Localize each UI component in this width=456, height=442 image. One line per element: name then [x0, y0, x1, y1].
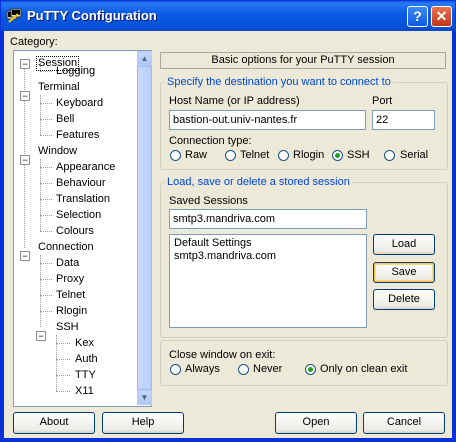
title-help-button[interactable]: ? — [407, 6, 428, 27]
open-button[interactable]: Open — [275, 412, 357, 434]
ssh-label[interactable]: SSH — [347, 149, 370, 161]
tree-item-window[interactable]: Window — [38, 144, 77, 159]
list-item[interactable]: smtp3.mandriva.com — [174, 250, 362, 263]
collapse-terminal-icon[interactable]: − — [20, 91, 30, 101]
never-radio[interactable] — [238, 364, 249, 375]
sessions-group-label: Load, save or delete a stored session — [165, 176, 352, 188]
tree-item-selection[interactable]: Selection — [56, 208, 101, 223]
tree-item-features[interactable]: Features — [56, 128, 99, 143]
about-button[interactable]: About — [13, 412, 95, 434]
tree-item-bell[interactable]: Bell — [56, 112, 74, 127]
host-label: Host Name (or IP address) — [169, 95, 300, 107]
sessions-list[interactable]: Default Settings smtp3.mandriva.com — [169, 234, 367, 328]
tree-item-logging[interactable]: Logging — [56, 64, 95, 79]
putty-app-icon — [6, 8, 22, 23]
category-tree[interactable]: − − − − − Session Logging Terminal Keybo… — [13, 50, 152, 407]
title-close-button[interactable]: ✕ — [431, 6, 452, 27]
tree-item-kex[interactable]: Kex — [75, 336, 94, 351]
scroll-down-icon[interactable]: ▼ — [137, 390, 152, 405]
load-button[interactable]: Load — [373, 234, 435, 255]
tree-item-x11[interactable]: X11 — [75, 384, 94, 399]
telnet-label[interactable]: Telnet — [240, 149, 269, 161]
serial-label[interactable]: Serial — [400, 149, 428, 161]
panel-header: Basic options for your PuTTY session — [160, 52, 446, 69]
tree-item-appearance[interactable]: Appearance — [56, 160, 115, 175]
collapse-ssh-icon[interactable]: − — [36, 331, 46, 341]
tree-item-keyboard[interactable]: Keyboard — [56, 96, 103, 111]
telnet-radio[interactable] — [225, 150, 236, 161]
tree-item-behaviour[interactable]: Behaviour — [56, 176, 106, 191]
dialog-client: Category: − − − − − Session Logging Term… — [4, 31, 452, 438]
tree-item-terminal[interactable]: Terminal — [38, 80, 80, 95]
save-button[interactable]: Save — [373, 262, 435, 283]
raw-label[interactable]: Raw — [185, 149, 207, 161]
category-label: Category: — [10, 36, 58, 48]
tree-item-translation[interactable]: Translation — [56, 192, 110, 207]
rlogin-radio[interactable] — [278, 150, 289, 161]
host-input[interactable]: bastion-out.univ-nantes.fr — [169, 110, 366, 130]
always-label[interactable]: Always — [185, 363, 220, 375]
scroll-thumb[interactable] — [137, 66, 152, 390]
cancel-button[interactable]: Cancel — [363, 412, 445, 434]
saved-sessions-label: Saved Sessions — [169, 195, 248, 207]
always-radio[interactable] — [170, 364, 181, 375]
tree-item-telnet[interactable]: Telnet — [56, 288, 85, 303]
tree-item-proxy[interactable]: Proxy — [56, 272, 84, 287]
putty-window: PuTTY Configuration ? ✕ Category: − − − … — [0, 0, 456, 442]
tree-item-connection[interactable]: Connection — [38, 240, 94, 255]
clean-exit-label[interactable]: Only on clean exit — [320, 363, 407, 375]
raw-radio[interactable] — [170, 150, 181, 161]
rlogin-label[interactable]: Rlogin — [293, 149, 324, 161]
saved-session-input[interactable]: smtp3.mandriva.com — [169, 209, 367, 229]
tree-item-ssh[interactable]: SSH — [56, 320, 79, 335]
collapse-window-icon[interactable]: − — [20, 155, 30, 165]
title-bar[interactable]: PuTTY Configuration ? ✕ — [1, 1, 455, 31]
tree-item-auth[interactable]: Auth — [75, 352, 98, 367]
scroll-up-icon[interactable]: ▲ — [137, 51, 152, 66]
tree-item-data[interactable]: Data — [56, 256, 79, 271]
connection-type-label: Connection type: — [169, 135, 252, 147]
tree-item-rlogin[interactable]: Rlogin — [56, 304, 87, 319]
port-input[interactable]: 22 — [372, 110, 435, 130]
help-button[interactable]: Help — [102, 412, 184, 434]
delete-button[interactable]: Delete — [373, 289, 435, 310]
clean-exit-radio[interactable] — [305, 364, 316, 375]
destination-group-label: Specify the destination you want to conn… — [165, 76, 393, 88]
close-on-exit-label: Close window on exit: — [169, 349, 276, 361]
serial-radio[interactable] — [384, 150, 395, 161]
window-title: PuTTY Configuration — [27, 8, 157, 23]
collapse-session-icon[interactable]: − — [20, 59, 30, 69]
never-label[interactable]: Never — [253, 363, 282, 375]
list-item[interactable]: Default Settings — [174, 237, 362, 250]
tree-item-colours[interactable]: Colours — [56, 224, 94, 239]
tree-scrollbar[interactable]: ▲ ▼ — [137, 51, 152, 405]
port-label: Port — [372, 95, 393, 107]
collapse-connection-icon[interactable]: − — [20, 251, 30, 261]
ssh-radio[interactable] — [332, 150, 343, 161]
tree-item-tty[interactable]: TTY — [75, 368, 96, 383]
